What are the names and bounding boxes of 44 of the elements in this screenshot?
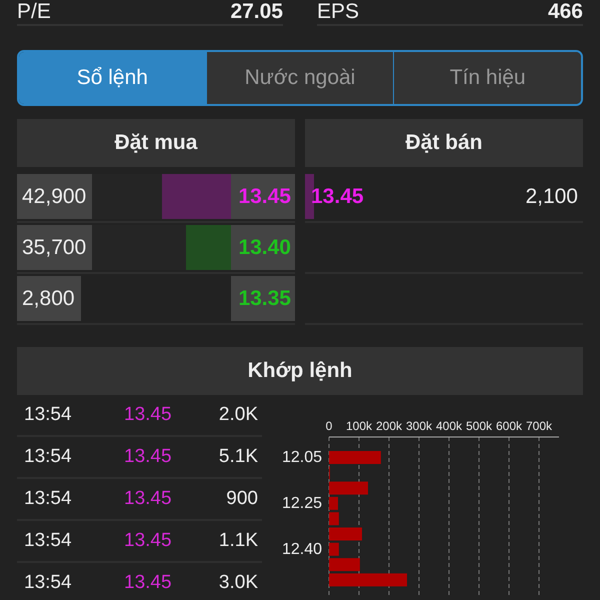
match-time: 13:54 xyxy=(24,404,73,426)
stat-value: 466 xyxy=(548,0,583,24)
axis-tick-label: 0 xyxy=(326,419,332,433)
ask-volume: 2,100 xyxy=(525,184,579,208)
stat-value: 27.05 xyxy=(230,0,283,24)
matches-header: Khớp lệnh xyxy=(17,347,583,395)
match-time: 13:54 xyxy=(24,446,73,468)
axis-tick-label: 200k xyxy=(376,419,402,433)
axis-tick-label: 700k xyxy=(526,419,552,433)
bid-price: 13.45 xyxy=(238,184,291,208)
match-price: 13.45 xyxy=(124,572,173,594)
bid-volume: 35,700 xyxy=(17,225,92,270)
price-label: 12.25 xyxy=(282,494,322,512)
axis-tick-label: 600k xyxy=(496,419,522,433)
match-price: 13.45 xyxy=(124,530,173,552)
stat-label: P/E xyxy=(17,0,51,24)
match-volume: 5.1K xyxy=(218,446,258,468)
price-label: 12.40 xyxy=(282,540,322,558)
axis-tick-label: 100k xyxy=(346,419,372,433)
bid-volume: 42,900 xyxy=(17,174,92,219)
match-time: 13:54 xyxy=(24,488,73,510)
match-time: 13:54 xyxy=(24,530,73,552)
match-price: 13.45 xyxy=(124,404,173,426)
match-volume: 1.1K xyxy=(218,530,258,552)
match-volume: 900 xyxy=(225,488,258,510)
match-price: 13.45 xyxy=(124,488,173,510)
match-volume: 3.0K xyxy=(218,572,258,594)
bid-header: Đặt mua xyxy=(17,119,295,167)
axis-tick-label: 300k xyxy=(406,419,432,433)
tab[interactable]: Sổ lệnh xyxy=(19,52,206,104)
match-time: 13:54 xyxy=(24,572,73,594)
ask-price: 13.45 xyxy=(310,184,364,208)
match-volume: 2.0K xyxy=(218,404,258,426)
tab[interactable]: Nước ngoài xyxy=(206,52,394,104)
price-label: 12.05 xyxy=(282,449,322,466)
stat-label: EPS xyxy=(317,0,360,24)
bid-volume: 2,800 xyxy=(17,276,81,321)
ask-header: Đặt bán xyxy=(305,119,583,167)
bid-price: 13.35 xyxy=(238,286,291,310)
bid-price: 13.40 xyxy=(238,236,291,260)
axis-tick-label: 500k xyxy=(466,419,492,433)
tab[interactable]: Tín hiệu xyxy=(393,52,581,104)
axis-tick-label: 400k xyxy=(436,419,462,433)
match-price: 13.45 xyxy=(124,446,173,468)
